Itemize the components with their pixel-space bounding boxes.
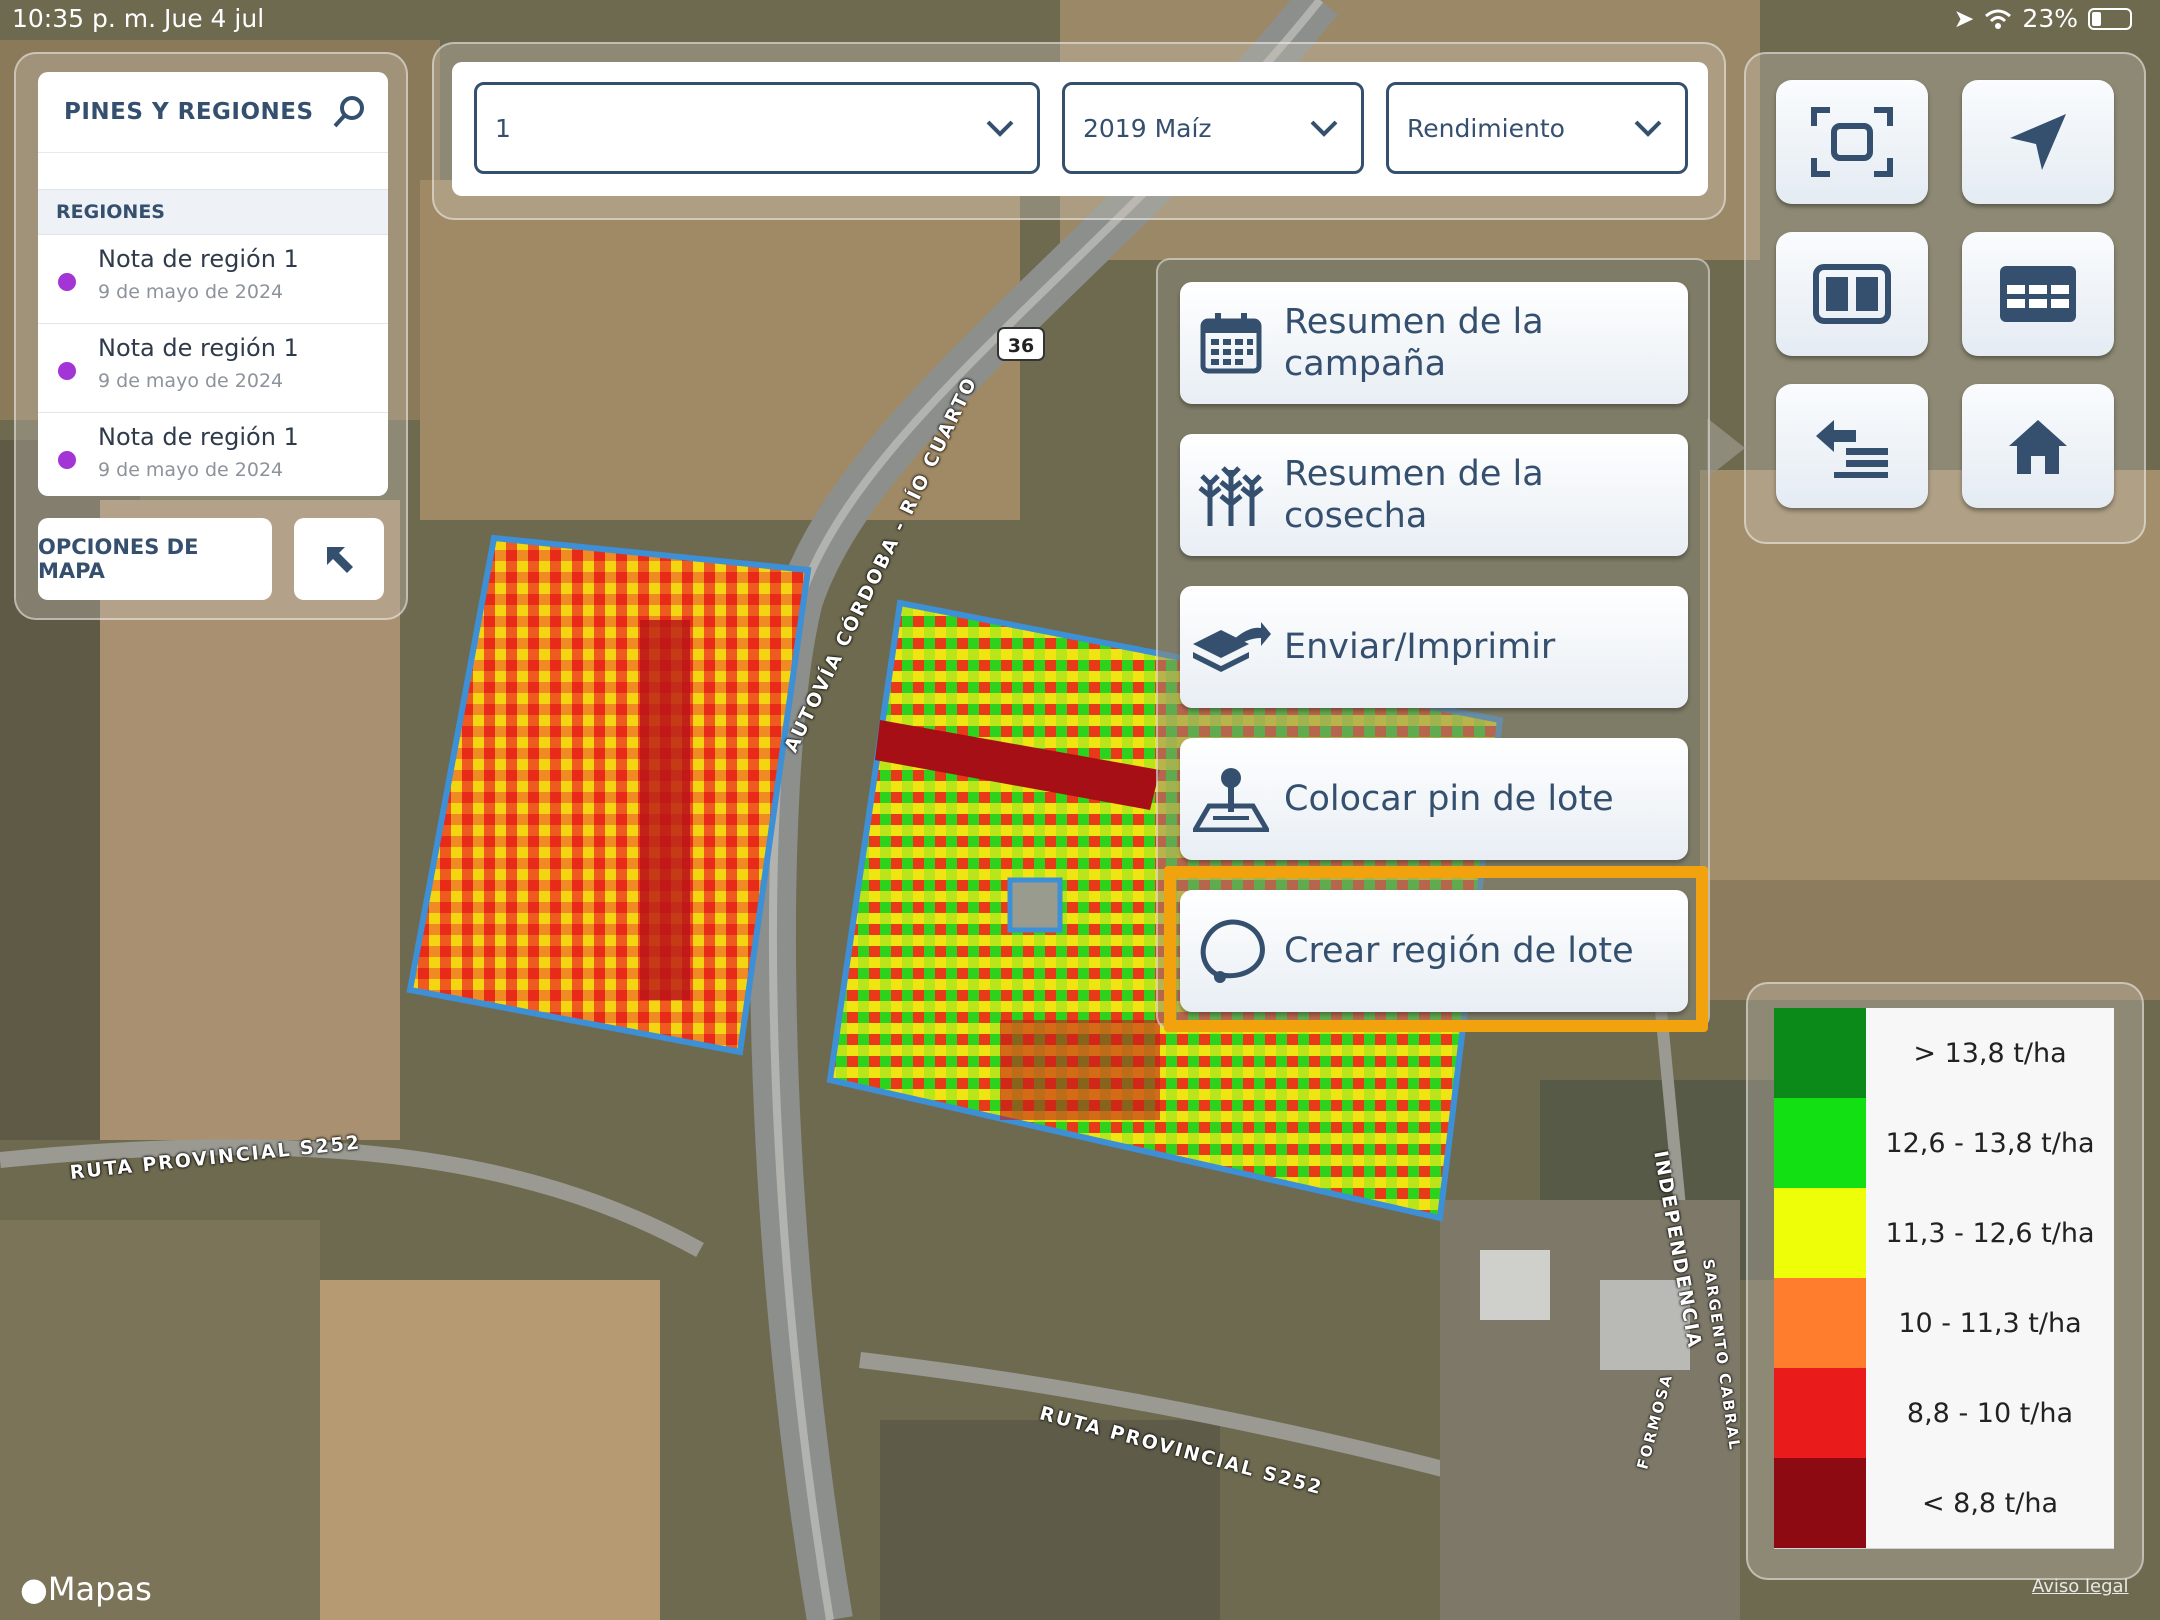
arrow-up-left-icon	[327, 547, 353, 573]
map-options-button[interactable]: OPCIONES DE MAPA	[38, 518, 272, 600]
split-view-icon	[1813, 264, 1891, 324]
legend-row: 10 - 11,3 t/ha	[1774, 1278, 2114, 1369]
pins-header: PINES Y REGIONES	[38, 72, 388, 152]
apple-logo-icon: ●	[20, 1570, 48, 1608]
split-view-button[interactable]	[1776, 232, 1928, 356]
field-actions-button[interactable]	[1776, 384, 1928, 508]
region-item[interactable]: Nota de región 1 9 de mayo de 2024	[38, 413, 388, 496]
home-button[interactable]	[1962, 384, 2114, 508]
menu-item-send-print[interactable]: Enviar/Imprimir	[1180, 586, 1688, 708]
region-date: 9 de mayo de 2024	[98, 370, 284, 392]
region-date: 9 de mayo de 2024	[98, 281, 284, 303]
frame-focus-icon	[1811, 107, 1893, 177]
regions-section-header: REGIONES	[38, 189, 388, 235]
region-item[interactable]: Nota de región 1 9 de mayo de 2024	[38, 324, 388, 413]
legend-row: > 13,8 t/ha	[1774, 1008, 2114, 1099]
menu-item-label: Resumen de la campaña	[1284, 302, 1544, 384]
list-share-icon	[1816, 420, 1888, 478]
home-icon	[2009, 420, 2067, 474]
legend-swatch	[1774, 1278, 1866, 1368]
region-name: Nota de región 1	[98, 334, 299, 362]
legend-label: 8,8 - 10 t/ha	[1866, 1368, 2114, 1458]
legend-row: 11,3 - 12,6 t/ha	[1774, 1188, 2114, 1279]
region-dot	[58, 451, 76, 469]
region-name: Nota de región 1	[98, 423, 299, 451]
legend-swatch	[1774, 1098, 1866, 1188]
season-select-value: 2019 Maíz	[1083, 113, 1212, 143]
filter-bar: 1 2019 Maíz Rendimiento	[452, 62, 1708, 196]
battery-icon	[2088, 7, 2132, 30]
pins-card: PINES Y REGIONES REGIONES Nota de región…	[38, 72, 388, 496]
fit-to-field-button[interactable]	[1776, 80, 1928, 204]
status-right: ➤ 23%	[1953, 4, 2132, 33]
legend-label: > 13,8 t/ha	[1866, 1008, 2114, 1098]
legend-swatch	[1774, 1458, 1866, 1548]
pins-regions-panel: PINES Y REGIONES REGIONES Nota de región…	[14, 52, 408, 620]
menu-caret	[1707, 418, 1745, 478]
menu-item-label: Resumen de la cosecha	[1284, 454, 1544, 536]
menu-item-place-pin[interactable]: Colocar pin de lote	[1180, 738, 1688, 860]
chevron-down-icon	[986, 120, 1014, 137]
map-tools-panel	[1744, 52, 2146, 544]
legend-label: 11,3 - 12,6 t/ha	[1866, 1188, 2114, 1278]
pins-title: PINES Y REGIONES	[64, 99, 314, 125]
legal-link[interactable]: Aviso legal	[2032, 1576, 2129, 1597]
maps-brand-label: Mapas	[47, 1570, 152, 1608]
region-name: Nota de región 1	[98, 245, 299, 273]
collapse-panel-button[interactable]	[294, 518, 384, 600]
highlight-frame	[1164, 866, 1708, 1032]
status-bar: 10:35 p. m. Jue 4 jul ➤ 23%	[0, 0, 2160, 40]
season-select[interactable]: 2019 Maíz	[1062, 82, 1364, 174]
corn-icon	[1188, 462, 1274, 528]
region-dot	[58, 273, 76, 291]
status-time: 10:35 p. m. Jue 4 jul	[12, 4, 265, 33]
search-icon[interactable]	[332, 95, 366, 129]
region-item[interactable]: Nota de región 1 9 de mayo de 2024	[38, 235, 388, 324]
legend-label: 10 - 11,3 t/ha	[1866, 1278, 2114, 1368]
legend-row: 8,8 - 10 t/ha	[1774, 1368, 2114, 1459]
legend-row: 12,6 - 13,8 t/ha	[1774, 1098, 2114, 1189]
legend-label: 12,6 - 13,8 t/ha	[1866, 1098, 2114, 1188]
layer-select[interactable]: Rendimiento	[1386, 82, 1688, 174]
battery-percent: 23%	[2022, 4, 2078, 33]
table-view-button[interactable]	[1962, 232, 2114, 356]
wifi-icon	[1985, 9, 2012, 29]
location-arrow-icon: ➤	[1953, 4, 1975, 33]
send-icon	[1188, 622, 1274, 672]
menu-item-label: Colocar pin de lote	[1284, 779, 1614, 819]
menu-item-label: Enviar/Imprimir	[1284, 627, 1556, 667]
legend-swatch	[1774, 1008, 1866, 1098]
chevron-down-icon	[1310, 120, 1338, 137]
field-select-value: 1	[495, 113, 511, 143]
table-icon	[2000, 266, 2076, 322]
legend-swatch	[1774, 1368, 1866, 1458]
legend-swatch	[1774, 1188, 1866, 1278]
route-36-shield: 36	[1008, 335, 1034, 357]
field-select[interactable]: 1	[474, 82, 1040, 174]
my-location-button[interactable]	[1962, 80, 2114, 204]
legend-label: < 8,8 t/ha	[1866, 1458, 2114, 1548]
region-date: 9 de mayo de 2024	[98, 459, 284, 481]
filter-panel: 1 2019 Maíz Rendimiento	[432, 42, 1726, 220]
calendar-icon	[1188, 311, 1274, 375]
region-dot	[58, 362, 76, 380]
layer-select-value: Rendimiento	[1407, 113, 1565, 143]
legend-row: < 8,8 t/ha	[1774, 1458, 2114, 1549]
pins-search-field[interactable]	[38, 152, 388, 189]
pin-icon	[1188, 766, 1274, 832]
chevron-down-icon	[1634, 120, 1662, 137]
maps-brand: ●Mapas	[20, 1570, 152, 1608]
menu-item-campaign-summary[interactable]: Resumen de la campaña	[1180, 282, 1688, 404]
menu-item-harvest-summary[interactable]: Resumen de la cosecha	[1180, 434, 1688, 556]
location-arrow-icon	[2010, 114, 2066, 170]
